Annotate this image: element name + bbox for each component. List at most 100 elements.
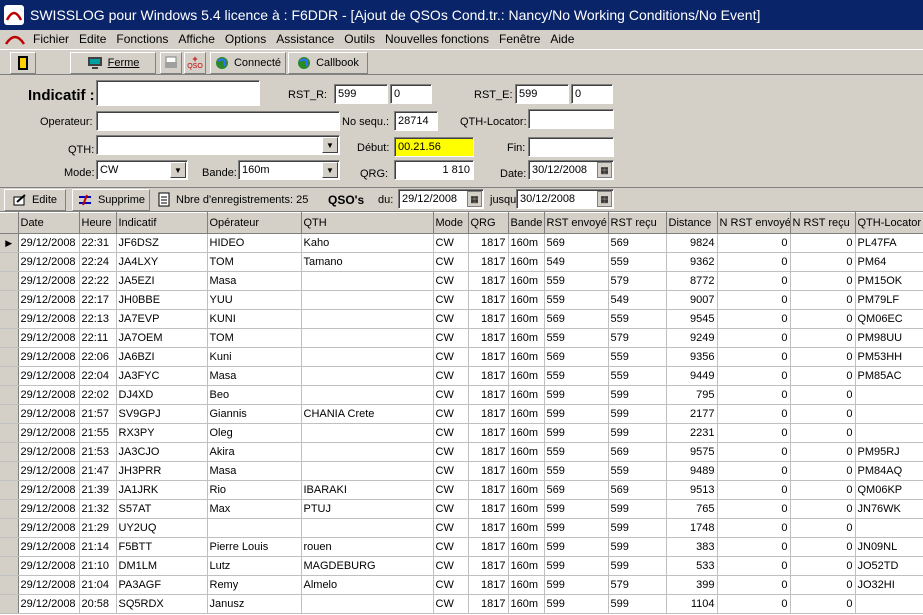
- column-header[interactable]: RST reçu: [608, 212, 667, 234]
- column-header[interactable]: QTH: [301, 212, 434, 234]
- table-row[interactable]: 29/12/2008 21:47 JH3PRR Masa CW 1817 160m 559 55…: [0, 461, 923, 481]
- table-cell: [301, 309, 434, 329]
- column-header[interactable]: N RST reçu: [790, 212, 856, 234]
- table-row[interactable]: 29/12/2008 21:29 UY2UQ CW 1817 160m 599 599 1748…: [0, 518, 923, 538]
- table-row[interactable]: 29/12/2008 21:14 F5BTT Pierre Louis rouen CW 1…: [0, 537, 923, 557]
- bande-select[interactable]: 160m ▼: [238, 160, 340, 180]
- menu-nouvelles-fonctions[interactable]: Nouvelles fonctions: [380, 32, 494, 46]
- row-indicator[interactable]: [0, 385, 19, 405]
- callbook-button[interactable]: Callbook: [288, 52, 368, 74]
- supprime-button[interactable]: Supprime: [72, 189, 150, 211]
- row-indicator[interactable]: [0, 518, 19, 538]
- table-row[interactable]: 29/12/2008 22:04 JA3FYC Masa CW 1817 160m 559 55…: [0, 366, 923, 386]
- table-row[interactable]: ▶ 29/12/2008 22:31 JF6DSZ HIDEO Kaho CW 1817 160…: [0, 233, 923, 253]
- qso-button[interactable]: + QSO: [184, 52, 206, 74]
- column-header[interactable]: RST envoyé: [544, 212, 609, 234]
- table-row[interactable]: 29/12/2008 22:13 JA7EVP KUNI CW 1817 160m 569 55…: [0, 309, 923, 329]
- column-header[interactable]: Bande: [508, 212, 545, 234]
- row-indicator[interactable]: [0, 461, 19, 481]
- operateur-input[interactable]: [96, 111, 340, 131]
- row-indicator[interactable]: [0, 480, 19, 500]
- calendar-icon[interactable]: ▦: [467, 191, 482, 207]
- debut-input[interactable]: 00.21.56: [394, 137, 474, 157]
- column-header[interactable]: QRG: [468, 212, 509, 234]
- menu-affiche[interactable]: Affiche: [173, 32, 219, 46]
- calendar-icon[interactable]: ▦: [597, 191, 612, 207]
- table-row[interactable]: 29/12/2008 21:57 SV9GPJ Giannis CHANIA Crete…: [0, 404, 923, 424]
- calendar-icon[interactable]: ▦: [597, 162, 612, 178]
- table-row[interactable]: 29/12/2008 21:53 JA3CJO Akira CW 1817 160m 559 5…: [0, 442, 923, 462]
- table-row[interactable]: 29/12/2008 21:55 RX3PY Oleg CW 1817 160m 599 599…: [0, 423, 923, 443]
- chevron-down-icon[interactable]: ▼: [322, 137, 338, 153]
- menu-assistance[interactable]: Assistance: [271, 32, 339, 46]
- qso-grid[interactable]: Date Heure Indicatif Opérateur QTH Mode QRG Ban…: [0, 211, 923, 615]
- exit-button[interactable]: [10, 52, 36, 74]
- row-indicator[interactable]: [0, 290, 19, 310]
- menu-outils[interactable]: Outils: [339, 32, 380, 46]
- row-indicator[interactable]: [0, 442, 19, 462]
- column-header[interactable]: N RST envoyé: [717, 212, 791, 234]
- row-indicator[interactable]: [0, 347, 19, 367]
- jusqu-date-input[interactable]: 30/12/2008 ▦: [516, 189, 614, 209]
- table-row[interactable]: 29/12/2008 20:58 SQ5RDX Janusz CW 1817 160m 599…: [0, 594, 923, 614]
- app-menu-icon[interactable]: [4, 32, 26, 46]
- table-row[interactable]: 29/12/2008 21:32 S57AT Max PTUJ CW 1817 160m 599…: [0, 499, 923, 519]
- column-header[interactable]: QTH-Locator: [855, 212, 923, 234]
- table-cell: 22:04: [79, 366, 117, 386]
- table-row[interactable]: 29/12/2008 21:10 DM1LM Lutz MAGDEBURG CW 1817 1…: [0, 556, 923, 576]
- du-date-input[interactable]: 29/12/2008 ▦: [398, 189, 484, 209]
- ferme-button[interactable]: Ferme: [70, 52, 156, 74]
- rst-r-extra-input[interactable]: 0: [390, 84, 432, 104]
- column-header[interactable]: Date: [18, 212, 80, 234]
- table-row[interactable]: 29/12/2008 21:04 PA3AGF Remy Almelo CW 1817 160…: [0, 575, 923, 595]
- connecte-button[interactable]: Connecté: [210, 52, 286, 74]
- column-header[interactable]: Heure: [79, 212, 117, 234]
- table-row[interactable]: 29/12/2008 22:17 JH0BBE YUU CW 1817 160m 559 549…: [0, 290, 923, 310]
- fin-input[interactable]: [528, 137, 614, 157]
- print-button[interactable]: [160, 52, 182, 74]
- row-indicator[interactable]: [0, 309, 19, 329]
- chevron-down-icon[interactable]: ▼: [322, 162, 338, 178]
- table-row[interactable]: 29/12/2008 22:24 JA4LXY TOM Tamano CW 1817 160m…: [0, 252, 923, 272]
- row-indicator[interactable]: [0, 499, 19, 519]
- table-row[interactable]: 29/12/2008 22:06 JA6BZI Kuni CW 1817 160m 569 55…: [0, 347, 923, 367]
- column-header[interactable]: Indicatif: [116, 212, 208, 234]
- menu-fichier[interactable]: Fichier: [28, 32, 74, 46]
- column-header[interactable]: Distance: [666, 212, 718, 234]
- indicatif-input[interactable]: [96, 80, 260, 106]
- row-indicator[interactable]: [0, 594, 19, 614]
- rst-e-extra-input[interactable]: 0: [571, 84, 613, 104]
- mode-select[interactable]: CW ▼: [96, 160, 188, 180]
- row-indicator[interactable]: [0, 423, 19, 443]
- row-indicator[interactable]: [0, 404, 19, 424]
- edite-button[interactable]: Edite: [4, 189, 66, 211]
- row-indicator[interactable]: [0, 537, 19, 557]
- table-row[interactable]: 29/12/2008 22:11 JA7OEM TOM CW 1817 160m 559 579…: [0, 328, 923, 348]
- qrg-input[interactable]: 1 810: [394, 160, 474, 180]
- row-indicator[interactable]: [0, 556, 19, 576]
- row-indicator[interactable]: [0, 328, 19, 348]
- chevron-down-icon[interactable]: ▼: [170, 162, 186, 178]
- row-indicator[interactable]: [0, 366, 19, 386]
- row-indicator[interactable]: [0, 271, 19, 291]
- row-indicator[interactable]: [0, 252, 19, 272]
- menu-edite[interactable]: Edite: [74, 32, 111, 46]
- current-row-arrow-icon[interactable]: ▶: [0, 233, 19, 253]
- menu-options[interactable]: Options: [220, 32, 271, 46]
- table-row[interactable]: 29/12/2008 22:22 JA5EZI Masa CW 1817 160m 559 57…: [0, 271, 923, 291]
- qth-select[interactable]: ▼: [96, 135, 340, 155]
- column-header[interactable]: Opérateur: [207, 212, 302, 234]
- rst-e-input[interactable]: 599: [515, 84, 569, 104]
- table-cell: [301, 366, 434, 386]
- row-indicator[interactable]: [0, 575, 19, 595]
- rst-r-input[interactable]: 599: [334, 84, 388, 104]
- column-header[interactable]: Mode: [433, 212, 469, 234]
- table-row[interactable]: 29/12/2008 21:39 JA1JRK Rio IBARAKI CW 1817 160…: [0, 480, 923, 500]
- qth-locator-input[interactable]: [528, 109, 614, 129]
- menu-aide[interactable]: Aide: [545, 32, 579, 46]
- date-input[interactable]: 30/12/2008 ▦: [528, 160, 614, 180]
- menu-fonctions[interactable]: Fonctions: [111, 32, 173, 46]
- table-row[interactable]: 29/12/2008 22:02 DJ4XD Beo CW 1817 160m 599 599 7…: [0, 385, 923, 405]
- menu-fenetre[interactable]: Fenêtre: [494, 32, 545, 46]
- no-sequ-input[interactable]: 28714: [394, 111, 438, 131]
